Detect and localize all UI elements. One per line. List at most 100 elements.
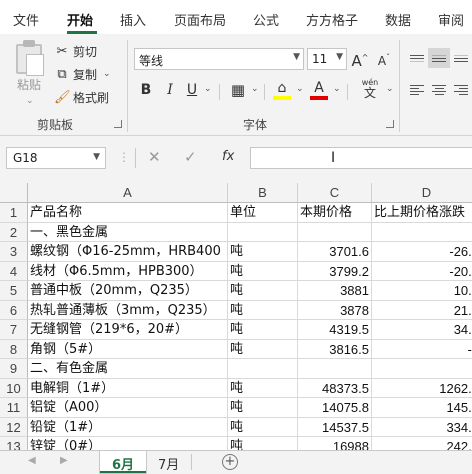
table-cell[interactable]: 3881 — [298, 281, 372, 301]
tab-data[interactable]: 数据 — [385, 10, 411, 29]
table-cell[interactable]: 电解铜（1#） — [28, 378, 228, 398]
shrink-font-button[interactable]: Aˇ — [374, 48, 394, 68]
table-cell[interactable]: 吨 — [228, 320, 298, 340]
clipboard-launcher-icon[interactable] — [114, 120, 122, 128]
table-cell[interactable]: 铝锭（A00） — [28, 398, 228, 418]
table-cell[interactable]: 吨 — [228, 300, 298, 320]
row-header[interactable]: 3 — [0, 242, 28, 262]
table-cell[interactable] — [228, 222, 298, 242]
align-left-icon[interactable] — [406, 80, 428, 100]
table-cell[interactable]: 14537.5 — [298, 417, 372, 437]
table-cell[interactable]: 单位 — [228, 203, 298, 223]
insert-function-button[interactable]: fx — [222, 149, 234, 164]
table-cell[interactable]: 145.4 — [372, 398, 472, 418]
table-cell[interactable] — [298, 359, 372, 379]
add-sheet-button[interactable]: + — [222, 454, 238, 470]
table-cell[interactable]: 10.4 — [372, 281, 472, 301]
format-painter-button[interactable]: 🖌 格式刷 — [54, 88, 109, 106]
table-cell[interactable] — [372, 223, 472, 242]
cut-button[interactable]: ✂ 剪切 — [54, 42, 97, 60]
chevron-down-icon[interactable]: ⌄ — [204, 84, 212, 94]
chevron-down-icon[interactable]: ⌄ — [26, 96, 34, 106]
align-middle-icon[interactable] — [428, 48, 450, 68]
table-cell[interactable]: 16988 — [298, 437, 372, 450]
chevron-down-icon[interactable]: ⌄ — [251, 84, 259, 94]
column-header[interactable]: D — [372, 183, 472, 203]
table-cell[interactable]: 3799.2 — [298, 261, 372, 281]
fill-color-button[interactable]: ⌂ — [272, 78, 292, 98]
column-header[interactable]: C — [298, 183, 372, 203]
table-cell[interactable]: 1262.1 — [372, 379, 472, 398]
row-header[interactable]: 5 — [0, 281, 28, 301]
table-cell[interactable]: 普通中板（20mm，Q235） — [28, 281, 228, 301]
font-size-select[interactable]: 11 ▼ — [307, 48, 347, 70]
row-header[interactable]: 9 — [0, 359, 28, 379]
table-cell[interactable]: 14075.8 — [298, 398, 372, 418]
table-cell[interactable]: 吨 — [228, 378, 298, 398]
tab-page-layout[interactable]: 页面布局 — [174, 10, 226, 29]
table-cell[interactable]: 二、有色金属 — [28, 359, 228, 379]
tab-home[interactable]: 开始 — [67, 10, 93, 29]
table-cell[interactable]: 比上期价格涨跌 — [372, 203, 472, 223]
bold-button[interactable]: B — [136, 80, 156, 100]
table-cell[interactable]: 产品名称 — [28, 203, 228, 223]
align-bottom-icon[interactable] — [450, 48, 472, 68]
align-center-icon[interactable] — [428, 80, 450, 100]
font-name-select[interactable]: 等线 ▼ — [134, 48, 304, 70]
column-header[interactable]: A — [28, 183, 228, 203]
table-cell[interactable]: 本期价格 — [298, 203, 372, 223]
table-cell[interactable]: 吨 — [228, 339, 298, 359]
table-cell[interactable]: 吨 — [228, 398, 298, 418]
table-cell[interactable]: 角钢（5#） — [28, 339, 228, 359]
row-header[interactable]: 6 — [0, 300, 28, 320]
tab-review[interactable]: 审阅 — [438, 10, 464, 29]
select-all-corner[interactable] — [0, 183, 28, 203]
cancel-icon[interactable]: ✕ — [148, 148, 161, 166]
table-cell[interactable]: 铅锭（1#） — [28, 417, 228, 437]
table-cell[interactable]: -26.8 — [372, 242, 472, 262]
chevron-down-icon[interactable]: ⌄ — [333, 84, 341, 94]
phonetic-button[interactable]: wén 文 — [355, 78, 385, 99]
tab-fangfang[interactable]: 方方格子 — [306, 10, 358, 29]
table-cell[interactable]: 48373.5 — [298, 378, 372, 398]
row-header[interactable]: 8 — [0, 339, 28, 359]
tab-insert[interactable]: 插入 — [120, 10, 146, 29]
sheet-tab-july[interactable]: 7月 — [146, 451, 191, 473]
column-header[interactable]: B — [228, 183, 298, 203]
table-cell[interactable]: 吨 — [228, 417, 298, 437]
chevron-down-icon[interactable]: ⌄ — [103, 69, 111, 79]
table-cell[interactable]: 3878 — [298, 300, 372, 320]
table-cell[interactable]: 21.9 — [372, 301, 472, 320]
font-launcher-icon[interactable] — [386, 120, 394, 128]
italic-button[interactable]: I — [160, 80, 180, 100]
table-cell[interactable]: 无缝钢管（219*6，20#） — [28, 320, 228, 340]
name-box[interactable]: G18 ▼ — [6, 147, 106, 169]
row-header[interactable]: 2 — [0, 222, 28, 242]
row-header[interactable]: 13 — [0, 437, 28, 450]
sheet-tab-june[interactable]: 6月 — [100, 451, 147, 473]
table-cell[interactable]: 34.2 — [372, 320, 472, 340]
table-cell[interactable] — [228, 359, 298, 379]
borders-icon[interactable]: ▦ — [228, 80, 248, 100]
copy-button[interactable]: ⧉ 复制 ⌄ — [54, 65, 111, 83]
row-header[interactable]: 12 — [0, 417, 28, 437]
scroll-tabs-right-icon[interactable]: ▶ — [60, 455, 68, 466]
table-cell[interactable]: 线材（Φ6.5mm，HPB300） — [28, 261, 228, 281]
worksheet-grid[interactable]: A B C D 1 产品名称 单位 本期价格 比上期价格涨跌 2 一、黑色金属 3 螺纹钢（Φ16-25… — [0, 180, 472, 450]
enter-icon[interactable]: ✓ — [184, 148, 197, 166]
table-cell[interactable]: 锌锭（0#） — [28, 437, 228, 450]
align-top-icon[interactable] — [406, 48, 428, 68]
table-cell[interactable]: 3816.5 — [298, 339, 372, 359]
tab-file[interactable]: 文件 — [13, 10, 39, 29]
table-cell[interactable]: -2 — [372, 340, 472, 359]
chevron-down-icon[interactable]: ⌄ — [296, 84, 304, 94]
align-right-icon[interactable] — [450, 80, 472, 100]
table-cell[interactable]: -20.8 — [372, 262, 472, 281]
table-cell[interactable]: 一、黑色金属 — [28, 222, 228, 242]
table-cell[interactable] — [372, 359, 472, 379]
table-cell[interactable]: 4319.5 — [298, 320, 372, 340]
scroll-tabs-left-icon[interactable]: ◀ — [28, 455, 36, 466]
chevron-down-icon[interactable]: ⌄ — [386, 84, 394, 94]
table-cell[interactable]: 吨 — [228, 261, 298, 281]
grow-font-button[interactable]: A^ — [350, 48, 370, 70]
